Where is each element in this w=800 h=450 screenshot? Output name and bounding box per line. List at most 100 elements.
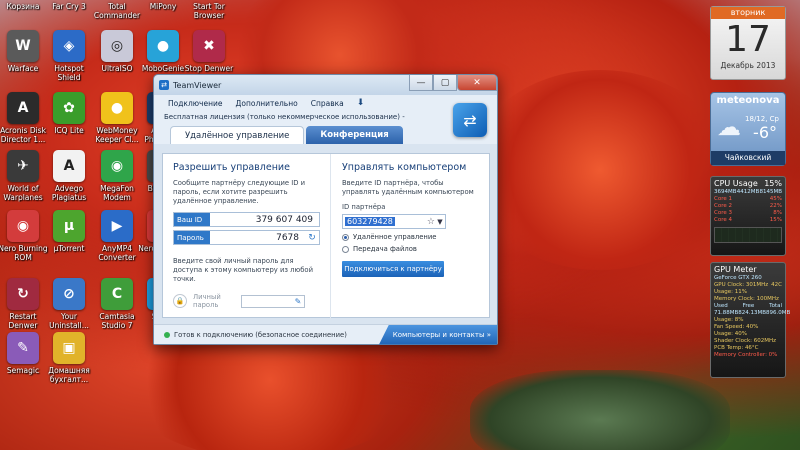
desktop-icon-label: Your Uninstall... xyxy=(49,312,89,330)
any-mp4-icon: ▶ xyxy=(101,210,133,242)
computers-contacts-button[interactable]: Компьютеры и контакты » xyxy=(379,324,497,345)
chevron-down-icon[interactable]: ▼ xyxy=(435,218,445,226)
nero-burning-icon: ◉ xyxy=(7,210,39,242)
desktop-icon-hotspot-shield[interactable]: ◈ Hotspot Shield xyxy=(46,30,92,86)
meter-cell: 45% xyxy=(769,196,782,202)
desktop-icon-domashnyaya-buhgalteriya[interactable]: ▣ Домашняя бухгалт... xyxy=(46,332,92,388)
status-text: Готов к подключению (безопасное соединен… xyxy=(174,330,347,339)
desktop-icon-world-of-warplanes[interactable]: ✈ World of Warplanes xyxy=(0,150,46,206)
radio-button[interactable] xyxy=(342,233,349,241)
meter-row: Usage: 40% xyxy=(714,331,782,338)
calendar-weekday: вторник xyxy=(711,7,785,19)
desktop-top-label[interactable]: Total Commander xyxy=(91,2,143,20)
restart-denwer-icon: ↻ xyxy=(7,278,39,310)
desktop-top-label[interactable]: Корзина xyxy=(0,2,49,11)
tab-remote-control[interactable]: Удалённое управление xyxy=(170,126,305,144)
title-bar[interactable]: ⇄ TeamViewer — ▢ ✕ xyxy=(154,75,497,95)
desktop-icon-label: ICQ Lite xyxy=(54,126,84,135)
desktop-icon-ultraiso[interactable]: ◎ UltraISO xyxy=(94,30,140,86)
meter-cell: Shader Clock: 602MHz xyxy=(714,338,777,344)
desktop-icon-icq-lite[interactable]: ✿ ICQ Lite xyxy=(46,92,92,148)
radio-label: Удалённое управление xyxy=(353,233,437,241)
utorrent-icon: µ xyxy=(53,210,85,242)
desktop-icon-camtasia[interactable]: C Camtasia Studio 7 xyxy=(94,278,140,334)
meter-row: Core 2 22% xyxy=(714,203,782,210)
minimize-button[interactable]: — xyxy=(409,75,433,91)
your-id-label: Ваш ID xyxy=(174,213,210,226)
download-arrow-icon[interactable]: ⬇ xyxy=(357,98,365,108)
meter-row: Core 1 45% xyxy=(714,196,782,203)
refresh-icon[interactable]: ↻ xyxy=(305,233,319,243)
menu-connection[interactable]: Подключение xyxy=(168,99,223,108)
radio-remote-control[interactable]: Удалённое управление xyxy=(342,233,481,241)
gpu-meter-gadget[interactable]: GPU Meter GeForce GTX 260 GPU Clock: 301… xyxy=(710,262,790,378)
cpu-meter-gadget[interactable]: CPU Usage 15% 3694MB 4412MB 8145MB Core 1 45… xyxy=(710,176,786,256)
meter-row: 71.88MB 824.13MB 896.0MB xyxy=(714,310,790,317)
desktop-icon-label: Restart Denwer xyxy=(8,312,38,330)
radio-label: Передача файлов xyxy=(353,245,417,253)
cpu-meter-rows: 3694MB 4412MB 8145MB Core 1 45% Core 2 22% Core… xyxy=(714,189,782,224)
semagic-icon: ✎ xyxy=(7,332,39,364)
tab-strip: Удалённое управление Конференция xyxy=(154,124,497,144)
meter-cell: Fan Speed: 40% xyxy=(714,324,759,330)
personal-password-row: 🔒 Личный пароль ✎ xyxy=(173,293,320,309)
desktop-top-label[interactable]: MiPony xyxy=(137,2,189,11)
meter-cell: 8145MB xyxy=(759,189,782,195)
license-text: Бесплатная лицензия (только некоммерческ… xyxy=(154,111,497,124)
meter-row: Usage: 11% xyxy=(714,289,782,296)
desktop-icon-advego[interactable]: A Advego Plagiatus xyxy=(46,150,92,206)
teamviewer-window[interactable]: ⇄ TeamViewer — ▢ ✕ Подключение Дополните… xyxy=(153,74,498,345)
desktop-icon-label: µTorrent xyxy=(53,244,85,253)
your-id-field[interactable]: Ваш ID 379 607 409 xyxy=(173,212,320,227)
close-button[interactable]: ✕ xyxy=(457,75,497,91)
menu-help[interactable]: Справка xyxy=(311,99,344,108)
partner-id-input[interactable]: 603279428 ☆ ▼ xyxy=(342,214,446,229)
window-controls: — ▢ ✕ xyxy=(409,75,497,93)
password-value[interactable]: 7678 xyxy=(210,233,305,243)
desktop-icon-semagic[interactable]: ✎ Semagic xyxy=(0,332,46,388)
desktop-icon-megafon[interactable]: ◉ MegaFon Modem xyxy=(94,150,140,206)
radio-file-transfer[interactable]: Передача файлов xyxy=(342,245,481,253)
desktop-icon-your-uninstaller[interactable]: ⊘ Your Uninstall... xyxy=(46,278,92,334)
star-icon[interactable]: ☆ xyxy=(427,217,435,227)
partner-id-value[interactable]: 603279428 xyxy=(345,217,395,226)
meter-cell: Used xyxy=(714,303,728,309)
personal-password-input[interactable]: ✎ xyxy=(241,294,305,308)
radio-button[interactable] xyxy=(342,245,349,253)
your-id-value[interactable]: 379 607 409 xyxy=(210,215,319,225)
calendar-month-year: Декабрь 2013 xyxy=(720,61,776,70)
desktop-icon-warface[interactable]: W Warface xyxy=(0,30,46,86)
desktop-icon-acronis[interactable]: A Acronis Disk Director 1... xyxy=(0,92,46,148)
desktop-icon-label: Hotspot Shield xyxy=(54,64,84,82)
status-indicator xyxy=(164,331,170,338)
advego-icon: A xyxy=(53,150,85,182)
tree-foliage xyxy=(470,70,730,270)
meter-cell: 8% xyxy=(773,210,782,216)
meter-cell: 896.0MB xyxy=(766,310,791,316)
desktop-icon-utorrent[interactable]: µ µTorrent xyxy=(46,210,92,266)
desktop-icon-nero-burning[interactable]: ◉ Nero Burning ROM xyxy=(0,210,48,266)
menu-extras[interactable]: Дополнительно xyxy=(236,99,298,108)
tab-meeting[interactable]: Конференция xyxy=(306,126,403,144)
desktop-icon-any-mp4[interactable]: ▶ AnyMP4 Converter xyxy=(94,210,140,266)
meter-row: Core 4 15% xyxy=(714,217,782,224)
desktop-icon-webmoney[interactable]: ● WebMoney Keeper Cl... xyxy=(94,92,140,148)
meter-cell: GPU Clock: 301MHz xyxy=(714,282,769,288)
desktop-icon-label: MegaFon Modem xyxy=(100,184,134,202)
connect-to-partner-button[interactable]: Подключиться к партнёру xyxy=(342,261,444,277)
meter-cell: 15% xyxy=(769,217,782,223)
password-label: Пароль xyxy=(174,231,210,244)
desktop-top-label[interactable]: Start Tor Browser xyxy=(183,2,235,20)
maximize-button[interactable]: ▢ xyxy=(433,75,457,91)
calendar-gadget[interactable]: вторник 17 Декабрь 2013 xyxy=(710,6,786,80)
weather-city: Чайковский xyxy=(711,151,785,165)
meter-cell: Free xyxy=(742,303,755,309)
camtasia-icon: C xyxy=(101,278,133,310)
desktop-top-label[interactable]: Far Cry 3 xyxy=(43,2,95,11)
password-field[interactable]: Пароль 7678 ↻ xyxy=(173,230,320,245)
desktop-icon-restart-denwer[interactable]: ↻ Restart Denwer xyxy=(0,278,46,334)
cpu-meter-title: CPU Usage xyxy=(714,179,758,188)
pencil-icon[interactable]: ✎ xyxy=(292,296,304,307)
hotspot-shield-icon: ◈ xyxy=(53,30,85,62)
weather-gadget[interactable]: meteonova ☁ 18/12, Ср -6° Чайковский xyxy=(710,92,786,166)
